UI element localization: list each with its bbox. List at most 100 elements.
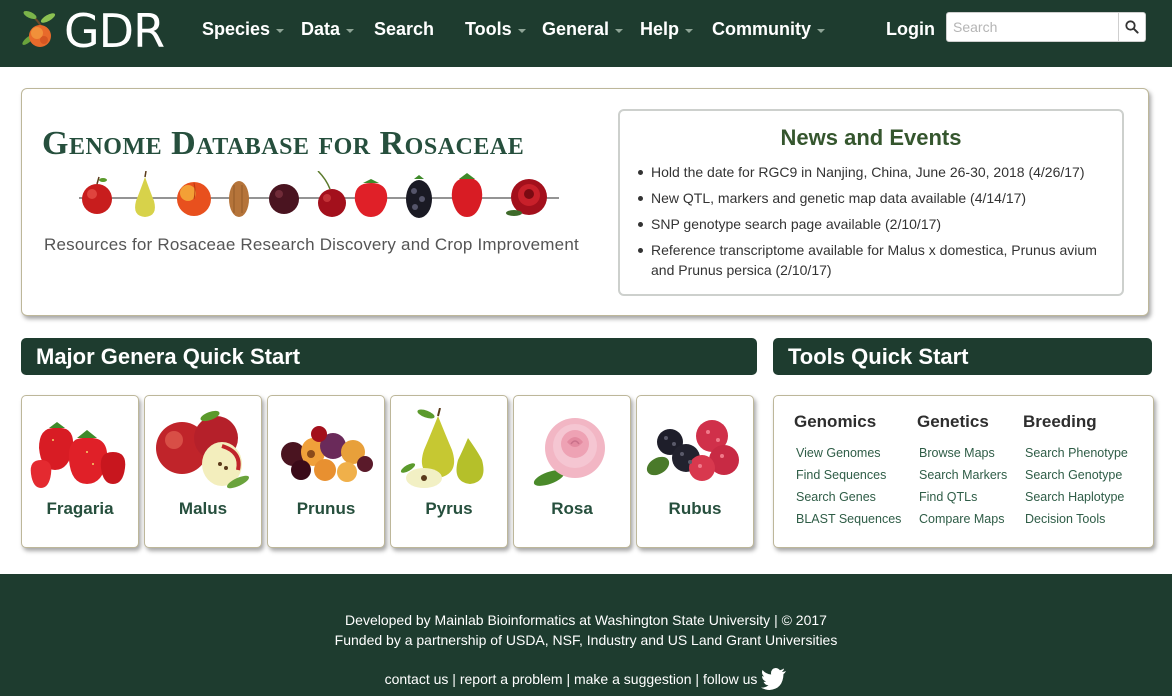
tools-column-title: Genetics [917, 412, 989, 431]
footer-separator: | [562, 671, 574, 687]
tool-link[interactable]: Compare Maps [919, 508, 1007, 530]
blackberry-icon [406, 175, 432, 218]
genus-label: Malus [178, 499, 228, 518]
strawberry-icon [451, 173, 483, 217]
tools-header: Tools Quick Start [773, 338, 1152, 375]
tools-column-breeding: Breeding Search Phenotype Search Genotyp… [1023, 412, 1128, 530]
follow-us-link[interactable]: follow us [703, 671, 757, 687]
genus-label: Prunus [296, 499, 356, 518]
nav-tools-label: Tools [465, 19, 512, 39]
genus-label: Rubus [668, 499, 722, 518]
news-item[interactable]: SNP genotype search page available (2/10… [638, 214, 1108, 234]
rose-icon [506, 179, 547, 216]
news-item[interactable]: Reference transcriptome available for Ma… [638, 240, 1108, 280]
tool-link[interactable]: Decision Tools [1025, 508, 1128, 530]
nav-data[interactable]: Data [301, 19, 355, 40]
site-tagline: Resources for Rosaceae Research Discover… [44, 235, 579, 254]
genus-card-rubus[interactable]: Rubus [636, 395, 754, 548]
footer-funding: Funded by a partnership of USDA, NSF, In… [334, 632, 838, 648]
tools-column-title: Genomics [794, 412, 877, 431]
tool-link[interactable]: Search Markers [919, 464, 1007, 486]
nav-general[interactable]: General [542, 19, 624, 40]
tools-column-genetics: Genetics Browse Maps Search Markers Find… [917, 412, 1007, 530]
nav-tools[interactable]: Tools [465, 19, 526, 40]
footer-credit: Developed by Mainlab Bioinformatics at W… [345, 612, 827, 628]
peach-branch-icon [22, 10, 56, 47]
genus-label: Pyrus [425, 499, 473, 518]
genera-header: Major Genera Quick Start [21, 338, 757, 375]
genus-card-rosa[interactable]: Rosa [513, 395, 631, 548]
nav-community[interactable]: Community [712, 19, 825, 40]
nav-species[interactable]: Species [202, 19, 285, 40]
genus-card-pyrus[interactable]: Pyrus [390, 395, 508, 548]
caret-down-icon [276, 29, 285, 33]
search-input[interactable] [947, 13, 1119, 41]
rose-icon [533, 418, 605, 486]
footer-separator: | [448, 671, 460, 687]
caret-down-icon [615, 29, 624, 33]
report-problem-link[interactable]: report a problem [460, 671, 563, 687]
search-icon [1125, 20, 1139, 34]
nav-general-label: General [542, 19, 610, 39]
strawberry-icon [30, 422, 126, 488]
tools-column-title: Breeding [1023, 412, 1097, 431]
search-button[interactable] [1118, 13, 1145, 41]
tools-column-genomics: Genomics View Genomes Find Sequences Sea… [794, 412, 901, 530]
logo-text: GDR [64, 4, 165, 58]
nav-help-label: Help [640, 19, 680, 39]
apple-icon [82, 176, 112, 214]
genus-card-malus[interactable]: Malus [144, 395, 262, 548]
tool-link[interactable]: Find Sequences [796, 464, 901, 486]
genus-card-fragaria[interactable]: Fragaria [21, 395, 139, 548]
nav-community-label: Community [712, 19, 811, 39]
tool-link[interactable]: Search Phenotype [1025, 442, 1128, 464]
footer: Developed by Mainlab Bioinformatics at W… [0, 574, 1172, 696]
contact-us-link[interactable]: contact us [385, 671, 449, 687]
suggestion-link[interactable]: make a suggestion [574, 671, 692, 687]
news-item[interactable]: New QTL, markers and genetic map data av… [638, 188, 1108, 208]
tool-link[interactable]: BLAST Sequences [796, 508, 901, 530]
fruit-banner [79, 171, 559, 218]
tool-link[interactable]: Find QTLs [919, 486, 1007, 508]
top-navbar: GDR Species Data Search Tools General He… [0, 0, 1172, 67]
tool-link[interactable]: View Genomes [796, 442, 901, 464]
plum-icon [269, 184, 299, 214]
news-title: News and Events [780, 125, 962, 150]
nav-data-label: Data [301, 19, 341, 39]
news-item[interactable]: Hold the date for RGC9 in Nanjing, China… [638, 162, 1108, 182]
apple-icon [156, 410, 250, 489]
peach-icon [177, 182, 211, 216]
tools-panel: Genomics View Genomes Find Sequences Sea… [773, 395, 1154, 548]
pear-icon [135, 171, 155, 217]
tool-link[interactable]: Browse Maps [919, 442, 1007, 464]
caret-down-icon [346, 29, 355, 33]
strawberry-icon [354, 179, 388, 217]
caret-down-icon [685, 29, 694, 33]
footer-links: contact us | report a problem | make a s… [0, 668, 1172, 690]
nav-search-label: Search [374, 19, 435, 39]
cherry-icon [317, 171, 346, 217]
caret-down-icon [817, 29, 825, 33]
almond-icon [229, 181, 249, 217]
genus-label: Fragaria [46, 499, 114, 518]
stone-fruit-icon [281, 426, 373, 482]
login-label: Login [886, 19, 935, 39]
news-list: Hold the date for RGC9 in Nanjing, China… [638, 162, 1108, 286]
site-title: Genome Database for Rosaceae [42, 125, 524, 163]
login-link[interactable]: Login [886, 19, 935, 40]
search-box [946, 12, 1146, 42]
footer-separator: | [691, 671, 703, 687]
tool-link[interactable]: Search Genes [796, 486, 901, 508]
twitter-icon[interactable] [761, 668, 787, 690]
raspberry-icon [646, 420, 739, 481]
site-logo[interactable]: GDR [20, 4, 165, 58]
tool-link[interactable]: Search Genotype [1025, 464, 1128, 486]
news-panel: News and Events Hold the date for RGC9 i… [618, 109, 1124, 296]
hero-panel: Genome Database for Rosaceae Resources f… [21, 88, 1149, 316]
tool-link[interactable]: Search Haplotype [1025, 486, 1128, 508]
genus-card-prunus[interactable]: Prunus [267, 395, 385, 548]
pear-icon [400, 408, 484, 488]
nav-help[interactable]: Help [640, 19, 694, 40]
nav-search[interactable]: Search [374, 19, 434, 40]
genus-label: Rosa [551, 499, 593, 518]
